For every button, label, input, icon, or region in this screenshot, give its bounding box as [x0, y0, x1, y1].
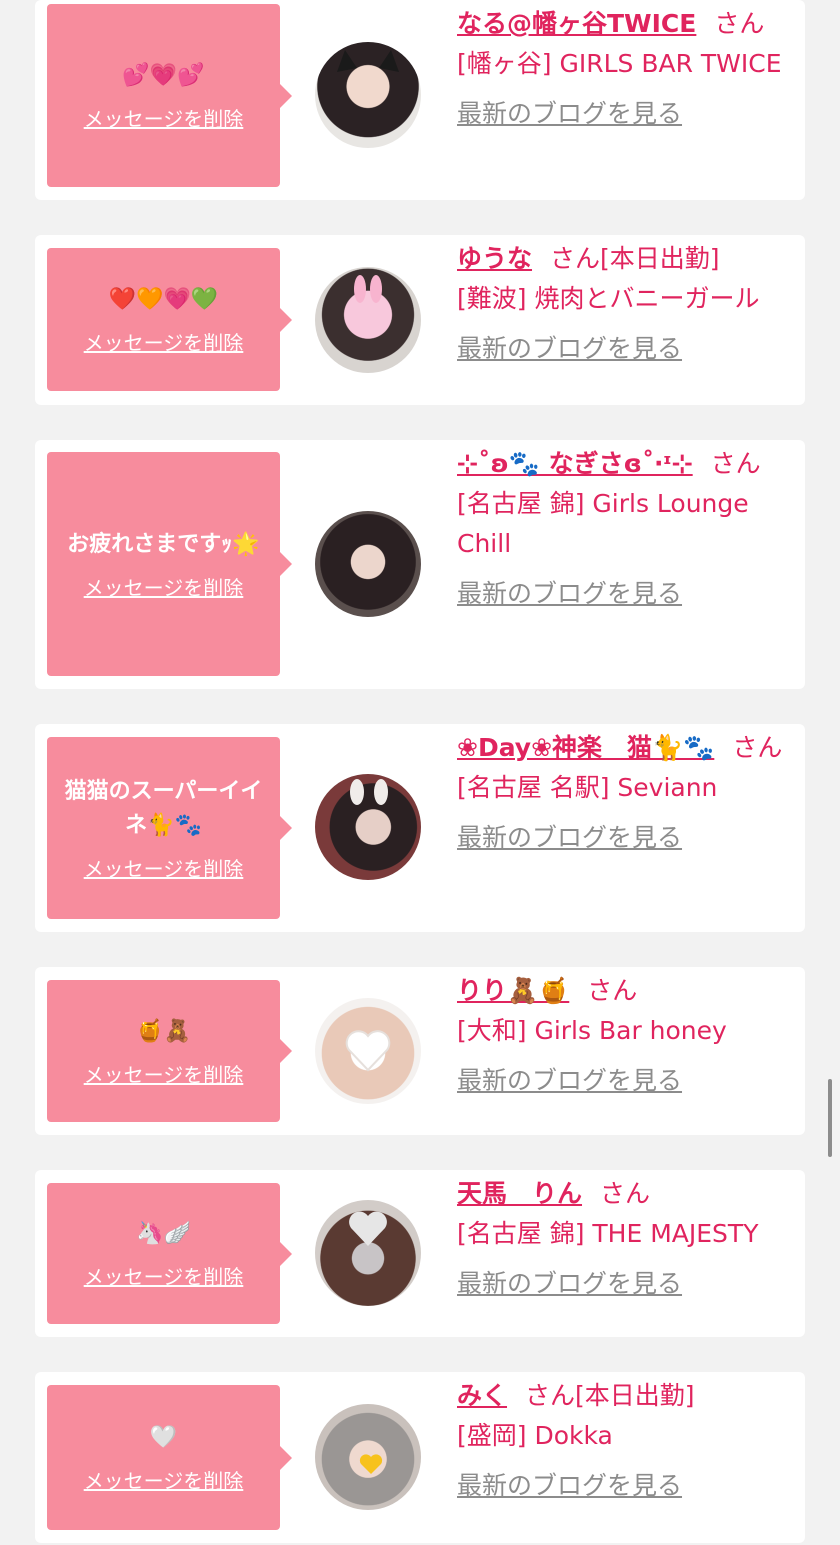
list-item: 🍯🧸 メッセージを削除 りり🧸🍯 さん [大和] Girls Bar honey … — [35, 967, 805, 1135]
scrollbar[interactable] — [828, 1079, 832, 1157]
list-item: 猫猫のスーパーイイネ🐈🐾 メッセージを削除 ❀Day❀神楽 猫🐈🐾 さん [名古屋… — [35, 724, 805, 932]
delete-message-link[interactable]: メッセージを削除 — [84, 572, 244, 601]
san-suffix: さん — [550, 244, 601, 273]
list-item: 💕💗💕 メッセージを削除 なる@幡ヶ谷TWICE さん [幡ヶ谷] GIRLS B… — [35, 0, 805, 200]
view-blog-link[interactable]: 最新のブログを見る — [457, 1061, 802, 1101]
profile-info: ゆうな さん[本日出勤] [難波] 焼肉とバニーガール 最新のブログを見る — [457, 239, 802, 369]
girl-name-link[interactable]: ⊹˚ʚ🐾 なぎさɞ˚‧ᶦ⊹ — [457, 449, 693, 478]
shop-name: [名古屋 錦] THE MAJESTY — [457, 1219, 759, 1248]
message-bubble: 🦄🪽 メッセージを削除 — [47, 1183, 292, 1324]
profile-info: なる@幡ヶ谷TWICE さん [幡ヶ谷] GIRLS BAR TWICE 最新のブ… — [457, 4, 802, 134]
san-suffix: さん — [525, 1381, 576, 1410]
girl-name-link[interactable]: なる@幡ヶ谷TWICE — [457, 9, 696, 38]
list-item: 🤍 メッセージを削除 みく さん[本日出勤] [盛岡] Dokka 最新のブログを… — [35, 1372, 805, 1543]
girl-name-link[interactable]: 天馬 りん — [457, 1179, 582, 1208]
message-text: 💕💗💕 — [122, 63, 205, 88]
delete-message-link[interactable]: メッセージを削除 — [84, 1261, 244, 1290]
view-blog-link[interactable]: 最新のブログを見る — [457, 329, 802, 369]
avatar[interactable] — [315, 42, 421, 148]
avatar[interactable] — [315, 774, 421, 880]
view-blog-link[interactable]: 最新のブログを見る — [457, 1466, 802, 1506]
profile-info: りり🧸🍯 さん [大和] Girls Bar honey 最新のブログを見る — [457, 971, 802, 1101]
message-bubble: 猫猫のスーパーイイネ🐈🐾 メッセージを削除 — [47, 737, 292, 919]
avatar[interactable] — [315, 1200, 421, 1306]
list-item: お疲れさまですｯ🌟 メッセージを削除 ⊹˚ʚ🐾 なぎさɞ˚‧ᶦ⊹ さん [名古屋 … — [35, 440, 805, 689]
message-text: 猫猫のスーパーイイネ🐈🐾 — [64, 778, 263, 838]
avatar[interactable] — [315, 998, 421, 1104]
view-blog-link[interactable]: 最新のブログを見る — [457, 818, 802, 858]
message-bubble: お疲れさまですｯ🌟 メッセージを削除 — [47, 452, 292, 676]
delete-message-link[interactable]: メッセージを削除 — [84, 1465, 244, 1494]
yellow-heart-sticker-icon — [359, 1454, 383, 1474]
delete-message-link[interactable]: メッセージを削除 — [84, 1059, 244, 1088]
delete-message-link[interactable]: メッセージを削除 — [84, 327, 244, 356]
girl-name-link[interactable]: ❀Day❀神楽 猫🐈🐾 — [457, 733, 714, 762]
status-badge: [本日出勤] — [575, 1381, 695, 1410]
message-text: 🤍 — [149, 1425, 178, 1450]
view-blog-link[interactable]: 最新のブログを見る — [457, 1264, 802, 1304]
shop-name: [名古屋 名駅] Seviann — [457, 773, 718, 802]
shop-name: [名古屋 錦] Girls Lounge Chill — [457, 489, 749, 558]
shop-name: [大和] Girls Bar honey — [457, 1016, 727, 1045]
status-badge: [本日出勤] — [600, 244, 720, 273]
list-item: 🦄🪽 メッセージを削除 天馬 りん さん [名古屋 錦] THE MAJESTY … — [35, 1170, 805, 1337]
san-suffix: さん — [710, 449, 761, 478]
message-bubble: ❤️🧡💗💚 メッセージを削除 — [47, 248, 292, 391]
message-text: ❤️🧡💗💚 — [108, 287, 219, 312]
delete-message-link[interactable]: メッセージを削除 — [84, 853, 244, 882]
message-text: お疲れさまですｯ🌟 — [67, 531, 260, 557]
san-suffix: さん — [587, 976, 638, 1005]
shop-name: [幡ヶ谷] GIRLS BAR TWICE — [457, 49, 782, 78]
profile-info: ⊹˚ʚ🐾 なぎさɞ˚‧ᶦ⊹ さん [名古屋 錦] Girls Lounge Chi… — [457, 444, 802, 614]
message-bubble: 🤍 メッセージを削除 — [47, 1385, 292, 1530]
girl-name-link[interactable]: りり🧸🍯 — [457, 976, 569, 1005]
shop-name: [盛岡] Dokka — [457, 1421, 613, 1450]
delete-message-link[interactable]: メッセージを削除 — [84, 103, 244, 132]
profile-info: みく さん[本日出勤] [盛岡] Dokka 最新のブログを見る — [457, 1376, 802, 1506]
heart-sticker-icon — [349, 1211, 387, 1246]
girl-name-link[interactable]: ゆうな — [457, 244, 532, 273]
san-suffix: さん — [714, 9, 765, 38]
bunny-ears-icon — [350, 779, 388, 805]
view-blog-link[interactable]: 最新のブログを見る — [457, 94, 802, 134]
profile-info: 天馬 りん さん [名古屋 錦] THE MAJESTY 最新のブログを見る — [457, 1174, 802, 1304]
message-bubble: 🍯🧸 メッセージを削除 — [47, 980, 292, 1122]
avatar[interactable] — [315, 1404, 421, 1510]
cat-ear-icon — [337, 50, 399, 72]
shop-name: [難波] 焼肉とバニーガール — [457, 284, 760, 313]
bunny-sticker-icon — [354, 275, 382, 303]
girl-name-link[interactable]: みく — [457, 1381, 507, 1410]
view-blog-link[interactable]: 最新のブログを見る — [457, 574, 802, 614]
message-text: 🍯🧸 — [136, 1018, 191, 1044]
avatar[interactable] — [315, 511, 421, 617]
list-item: ❤️🧡💗💚 メッセージを削除 ゆうな さん[本日出勤] [難波] 焼肉とバニーガー… — [35, 235, 805, 405]
heart-sticker-icon — [345, 1030, 391, 1072]
message-text: 🦄🪽 — [136, 1221, 191, 1246]
avatar[interactable] — [315, 267, 421, 373]
san-suffix: さん — [732, 733, 783, 762]
message-bubble: 💕💗💕 メッセージを削除 — [47, 4, 292, 187]
san-suffix: さん — [600, 1179, 651, 1208]
profile-info: ❀Day❀神楽 猫🐈🐾 さん [名古屋 名駅] Seviann 最新のブログを見る — [457, 728, 802, 858]
